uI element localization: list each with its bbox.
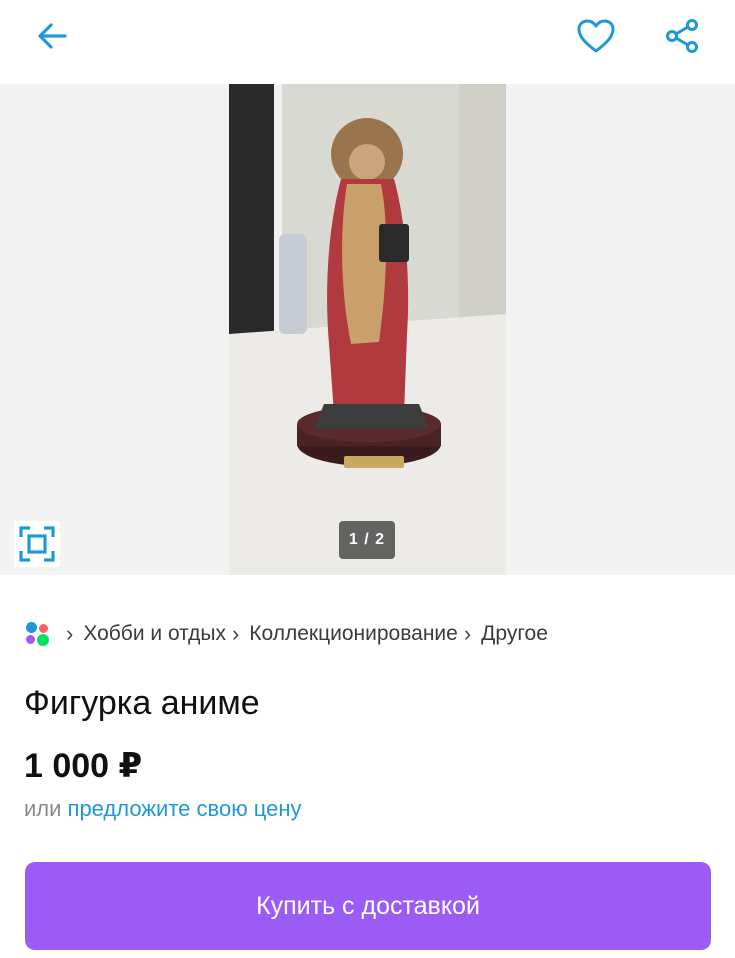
heart-icon xyxy=(577,19,615,53)
fullscreen-button[interactable] xyxy=(14,521,60,567)
top-bar xyxy=(0,0,735,84)
arrow-left-icon xyxy=(38,23,67,49)
share-button[interactable] xyxy=(660,14,704,58)
figurine-photo-illustration xyxy=(229,84,506,575)
breadcrumb-item-collecting[interactable]: Коллекционирование xyxy=(249,622,458,646)
breadcrumb: › Хобби и отдых › Коллекционирование › Д… xyxy=(24,616,548,652)
breadcrumb-item-other[interactable]: Другое xyxy=(481,622,548,646)
avito-logo-icon xyxy=(24,620,52,648)
breadcrumb-item-hobby[interactable]: Хобби и отдых xyxy=(83,622,226,646)
fullscreen-icon xyxy=(19,526,55,562)
offer-prefix: или xyxy=(24,796,68,821)
price-offer: или предложите свою цену xyxy=(24,796,302,822)
listing-title: Фигурка аниме xyxy=(24,684,260,722)
buy-with-delivery-button[interactable]: Купить с доставкой xyxy=(25,862,711,950)
chevron-right-icon: › xyxy=(463,621,472,646)
favorite-button[interactable] xyxy=(574,14,618,58)
share-icon xyxy=(666,19,698,53)
photo-gallery[interactable]: 1 / 2 xyxy=(0,84,735,575)
back-button[interactable] xyxy=(30,14,74,58)
offer-price-link[interactable]: предложите свою цену xyxy=(68,796,302,821)
chevron-right-icon: › xyxy=(231,621,240,646)
chevron-right-icon: › xyxy=(66,621,74,646)
listing-photo[interactable] xyxy=(229,84,506,575)
photo-counter: 1 / 2 xyxy=(339,521,395,559)
listing-price: 1 000 ₽ xyxy=(24,747,143,785)
